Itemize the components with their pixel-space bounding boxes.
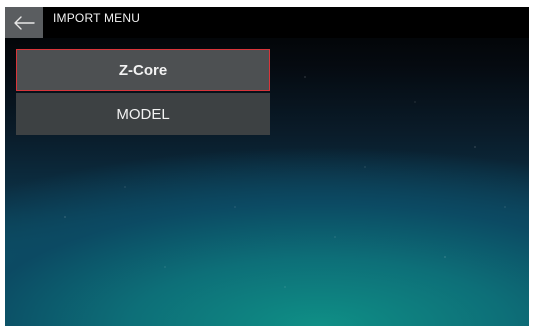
import-menu-list: Z-Core MODEL xyxy=(16,49,270,137)
menu-item-model[interactable]: MODEL xyxy=(16,93,270,135)
menu-item-z-core[interactable]: Z-Core xyxy=(16,49,270,91)
back-button[interactable] xyxy=(5,7,43,38)
page-title: IMPORT MENU xyxy=(53,11,141,25)
app-screen: IMPORT MENU Z-Core MODEL xyxy=(5,7,529,326)
header-bar: IMPORT MENU xyxy=(5,7,529,38)
arrow-left-icon xyxy=(14,15,35,30)
menu-item-label: Z-Core xyxy=(118,61,168,79)
menu-item-label: MODEL xyxy=(116,105,170,123)
